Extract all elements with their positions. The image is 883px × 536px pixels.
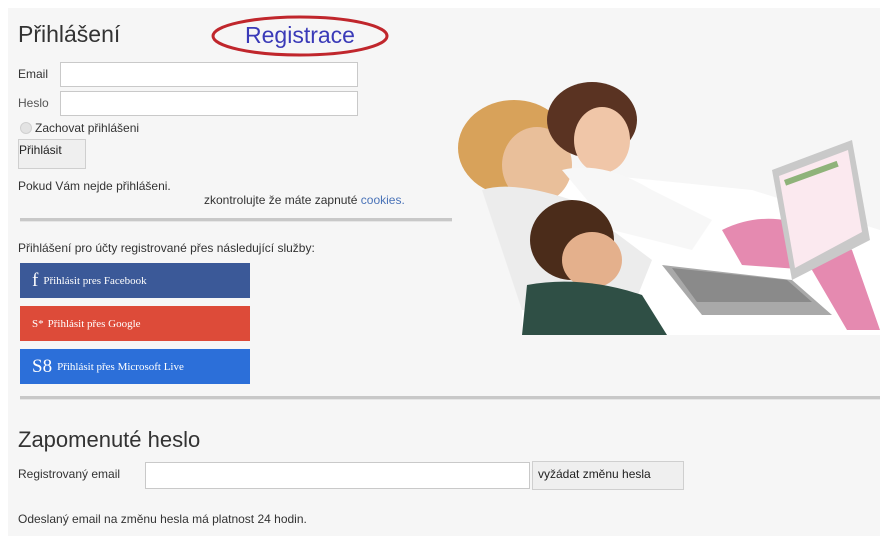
- request-password-change-button[interactable]: vyžádat změnu hesla: [532, 461, 684, 490]
- email-field[interactable]: [60, 62, 358, 87]
- forgot-email-label: Registrovaný email: [18, 467, 121, 481]
- forgot-note: Odeslaný email na změnu hesla má platnos…: [18, 512, 307, 526]
- cookies-check-text: zkontrolujte že máte zapnuté cookies.: [204, 193, 405, 207]
- login-title: Přihlášení: [18, 21, 121, 47]
- email-label: Email: [18, 67, 49, 81]
- forgot-title: Zapomenuté heslo: [18, 427, 201, 452]
- cookies-link[interactable]: cookies.: [361, 193, 405, 207]
- family-laptop-photo: [452, 80, 880, 335]
- facebook-icon: f: [32, 269, 39, 291]
- services-text: Přihlášení pro účty registrované přes ná…: [18, 241, 315, 255]
- remember-checkbox[interactable]: [20, 122, 32, 134]
- section-divider: [20, 396, 880, 400]
- trouble-text: Pokud Vám nejde přihlášeni.: [18, 179, 171, 193]
- register-link-label: Registrace: [245, 22, 355, 48]
- microsoft-login-button[interactable]: S8 Přihlásit přes Microsoft Live: [20, 349, 250, 384]
- login-button[interactable]: Přihlásit: [18, 139, 86, 169]
- login-button-label: Přihlásit: [19, 143, 62, 157]
- forgot-email-field[interactable]: [145, 462, 530, 489]
- password-field[interactable]: [60, 91, 358, 116]
- facebook-login-label: Přihlásit pres Facebook: [43, 274, 147, 287]
- microsoft-login-label: Přihlásit přes Microsoft Live: [57, 360, 184, 373]
- check-text: zkontrolujte že máte zapnuté: [204, 193, 358, 207]
- google-login-label: Přihlásit přes Google: [47, 317, 141, 330]
- google-icon: S*: [32, 317, 44, 330]
- facebook-login-button[interactable]: f Přihlásit pres Facebook: [20, 263, 250, 298]
- remember-label: Zachovat přihlášeni: [35, 121, 140, 135]
- microsoft-icon: S8: [32, 355, 53, 377]
- google-login-button[interactable]: S* Přihlásit přes Google: [20, 306, 250, 341]
- register-link[interactable]: Registrace: [210, 13, 390, 59]
- divider: [20, 218, 452, 222]
- request-password-change-label: vyžádat změnu hesla: [538, 467, 651, 481]
- password-label: Heslo: [18, 96, 49, 110]
